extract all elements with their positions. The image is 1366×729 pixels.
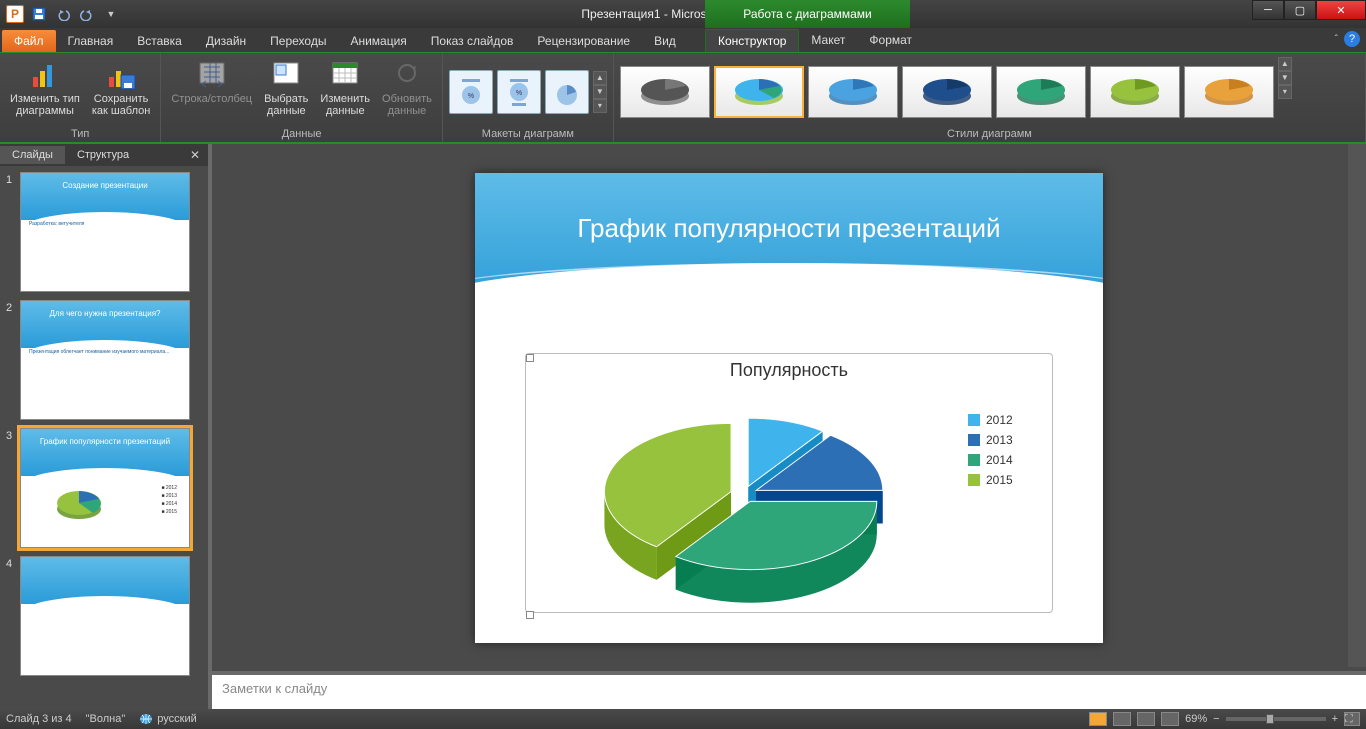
chart-layout-3[interactable] bbox=[545, 70, 589, 114]
tab-file[interactable]: Файл bbox=[2, 30, 56, 52]
app-icon[interactable]: P bbox=[4, 3, 26, 25]
qat-dropdown-icon[interactable]: ▼ bbox=[100, 3, 122, 25]
legend-item-2013: 2013 bbox=[968, 433, 1046, 447]
panel-tab-outline[interactable]: Структура bbox=[65, 146, 141, 164]
ribbon-group-data: Строка/столбец Выбрать данные Изменить д… bbox=[161, 53, 443, 142]
thumbnail-2[interactable]: Для чего нужна презентация? Презентация … bbox=[20, 300, 190, 420]
select-data-button[interactable]: Выбрать данные bbox=[260, 57, 312, 126]
status-slide-info: Слайд 3 из 4 bbox=[6, 713, 72, 725]
chart-style-1[interactable] bbox=[620, 66, 710, 118]
tab-chart-format[interactable]: Формат bbox=[857, 29, 924, 52]
zoom-in-icon[interactable]: + bbox=[1332, 713, 1338, 725]
chart-object[interactable]: Популярность 2012 2013 2014 2015 bbox=[525, 353, 1053, 613]
panel-close-icon[interactable]: ✕ bbox=[182, 148, 208, 162]
context-tab-title: Работа с диаграммами bbox=[705, 0, 910, 28]
thumbnail-1[interactable]: Создание презентации Разработка: ветучит… bbox=[20, 172, 190, 292]
ribbon-tabs: Файл Главная Вставка Дизайн Переходы Ани… bbox=[0, 28, 1366, 52]
zoom-level[interactable]: 69% bbox=[1185, 713, 1207, 725]
undo-icon[interactable] bbox=[52, 3, 74, 25]
slide-panel: Слайды Структура ✕ 1 Создание презентаци… bbox=[0, 144, 212, 709]
status-bar: Слайд 3 из 4 "Волна" русский 69% − + ⛶ bbox=[0, 709, 1366, 729]
minimize-button[interactable]: ─ bbox=[1252, 0, 1284, 20]
panel-tab-slides[interactable]: Слайды bbox=[0, 146, 65, 164]
tab-chart-design[interactable]: Конструктор bbox=[705, 29, 799, 52]
view-sorter-button[interactable] bbox=[1113, 712, 1131, 726]
tab-home[interactable]: Главная bbox=[56, 30, 126, 52]
save-template-button[interactable]: Сохранить как шаблон bbox=[88, 57, 155, 126]
zoom-out-icon[interactable]: − bbox=[1213, 713, 1219, 725]
status-theme: "Волна" bbox=[86, 713, 126, 725]
chart-layout-2[interactable]: % bbox=[497, 70, 541, 114]
view-normal-button[interactable] bbox=[1089, 712, 1107, 726]
ribbon-group-type: Изменить тип диаграммы Сохранить как шаб… bbox=[0, 53, 161, 142]
refresh-data-button[interactable]: Обновить данные bbox=[378, 57, 436, 126]
redo-icon[interactable] bbox=[76, 3, 98, 25]
legend-item-2015: 2015 bbox=[968, 473, 1046, 487]
svg-text:%: % bbox=[468, 93, 474, 100]
workspace: Слайды Структура ✕ 1 Создание презентаци… bbox=[0, 144, 1366, 709]
editor-area: График популярности презентаций Популярн… bbox=[212, 144, 1366, 709]
zoom-slider[interactable] bbox=[1226, 717, 1326, 721]
close-button[interactable]: ✕ bbox=[1316, 0, 1366, 20]
chart-style-6[interactable] bbox=[1090, 66, 1180, 118]
window-controls: ─ ▢ ✕ bbox=[1252, 0, 1366, 20]
language-icon[interactable]: русский bbox=[139, 713, 196, 725]
tab-design[interactable]: Дизайн bbox=[194, 30, 258, 52]
legend-item-2014: 2014 bbox=[968, 453, 1046, 467]
chart-style-3[interactable] bbox=[808, 66, 898, 118]
chart-style-7[interactable] bbox=[1184, 66, 1274, 118]
change-chart-type-button[interactable]: Изменить тип диаграммы bbox=[6, 57, 84, 126]
chart-title: Популярность bbox=[526, 354, 1052, 387]
tab-transitions[interactable]: Переходы bbox=[258, 30, 338, 52]
canvas[interactable]: График популярности презентаций Популярн… bbox=[212, 144, 1366, 671]
fit-window-button[interactable]: ⛶ bbox=[1344, 712, 1360, 726]
thumbnail-4[interactable] bbox=[20, 556, 190, 676]
tab-animation[interactable]: Анимация bbox=[338, 30, 418, 52]
chart-style-4[interactable] bbox=[902, 66, 992, 118]
help-icon[interactable]: ? bbox=[1344, 31, 1360, 47]
minimize-ribbon-icon[interactable]: ˆ bbox=[1335, 34, 1338, 45]
legend-item-2012: 2012 bbox=[968, 413, 1046, 427]
edit-data-button[interactable]: Изменить данные bbox=[316, 57, 374, 126]
chart-style-2[interactable] bbox=[714, 66, 804, 118]
tab-review[interactable]: Рецензирование bbox=[525, 30, 642, 52]
tab-insert[interactable]: Вставка bbox=[125, 30, 194, 52]
layout-gallery-scroll[interactable]: ▲▼▾ bbox=[593, 71, 607, 113]
title-bar: P ▼ Презентация1 - Microsoft PowerPoint … bbox=[0, 0, 1366, 28]
tab-chart-layout[interactable]: Макет bbox=[799, 29, 857, 52]
thumbnail-3[interactable]: График популярности презентаций ■ 2012■ … bbox=[20, 428, 190, 548]
ribbon: Изменить тип диаграммы Сохранить как шаб… bbox=[0, 52, 1366, 144]
save-icon[interactable] bbox=[28, 3, 50, 25]
svg-text:%: % bbox=[516, 90, 522, 97]
chart-layout-1[interactable]: % bbox=[449, 70, 493, 114]
tab-slideshow[interactable]: Показ слайдов bbox=[419, 30, 526, 52]
vertical-scrollbar[interactable] bbox=[1348, 144, 1366, 667]
chart-legend: 2012 2013 2014 2015 bbox=[962, 387, 1052, 611]
thumbnail-list: 1 Создание презентации Разработка: ветуч… bbox=[0, 166, 208, 709]
slide: График популярности презентаций Популярн… bbox=[475, 173, 1103, 643]
tab-view[interactable]: Вид bbox=[642, 30, 688, 52]
ribbon-group-styles: ▲▼▾ Стили диаграмм bbox=[614, 53, 1366, 142]
style-gallery-scroll[interactable]: ▲▼▾ bbox=[1278, 57, 1292, 126]
ribbon-group-layouts: % % ▲▼▾ Макеты диаграмм bbox=[443, 53, 614, 142]
quick-access-toolbar: P ▼ bbox=[0, 3, 122, 25]
slide-title[interactable]: График популярности презентаций bbox=[475, 213, 1103, 244]
view-reading-button[interactable] bbox=[1137, 712, 1155, 726]
notes-pane[interactable]: Заметки к слайду bbox=[212, 671, 1366, 709]
maximize-button[interactable]: ▢ bbox=[1284, 0, 1316, 20]
view-slideshow-button[interactable] bbox=[1161, 712, 1179, 726]
switch-row-col-button[interactable]: Строка/столбец bbox=[167, 57, 256, 126]
pie-chart bbox=[526, 387, 962, 611]
chart-style-5[interactable] bbox=[996, 66, 1086, 118]
